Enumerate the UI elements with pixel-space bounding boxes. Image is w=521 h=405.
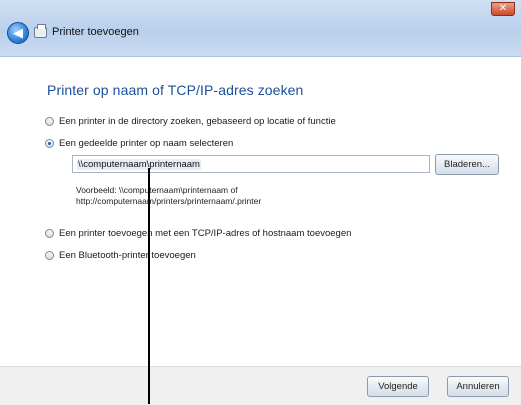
option-select-shared-printer[interactable]: Een gedeelde printer op naam selecteren	[45, 138, 233, 149]
example-line: http://computernaam/printers/printernaam…	[76, 196, 262, 206]
wizard-header: ✕ ◀ Printer toevoegen	[0, 0, 521, 57]
radio-tcpip-address[interactable]	[45, 229, 54, 238]
printer-icon	[34, 24, 47, 38]
close-button[interactable]: ✕	[491, 2, 515, 16]
radio-search-directory[interactable]	[45, 117, 54, 126]
radio-select-shared-printer[interactable]	[45, 139, 54, 148]
option-bluetooth-printer[interactable]: Een Bluetooth-printer toevoegen	[45, 250, 196, 261]
option-label: Een Bluetooth-printer toevoegen	[59, 250, 196, 261]
example-line: Voorbeeld: \\computernaam\printernaam of	[76, 185, 238, 195]
close-icon: ✕	[498, 3, 508, 14]
page-heading: Printer op naam of TCP/IP-adres zoeken	[47, 82, 304, 98]
option-label: Een printer toevoegen met een TCP/IP-adr…	[59, 228, 352, 239]
next-button[interactable]: Volgende	[367, 376, 429, 397]
option-label: Een gedeelde printer op naam selecteren	[59, 138, 234, 149]
option-tcpip-address[interactable]: Een printer toevoegen met een TCP/IP-adr…	[45, 228, 351, 239]
option-search-directory[interactable]: Een printer in de directory zoeken, geba…	[45, 116, 336, 127]
wizard-title: Printer toevoegen	[52, 26, 139, 38]
radio-bluetooth-printer[interactable]	[45, 251, 54, 260]
text-cursor-line	[148, 168, 150, 404]
browse-button[interactable]: Bladeren...	[435, 154, 499, 175]
printer-name-input[interactable]: \\computernaam\printernaam	[72, 155, 430, 173]
option-label: Een printer in de directory zoeken, geba…	[59, 116, 336, 127]
cancel-button[interactable]: Annuleren	[447, 376, 509, 397]
printer-name-value: \\computernaam\printernaam	[77, 159, 201, 170]
example-text: Voorbeeld: \\computernaam\printernaam of…	[76, 185, 261, 207]
wizard-footer	[0, 366, 521, 405]
back-arrow-icon: ◀	[13, 25, 23, 40]
back-button[interactable]: ◀	[7, 22, 29, 44]
